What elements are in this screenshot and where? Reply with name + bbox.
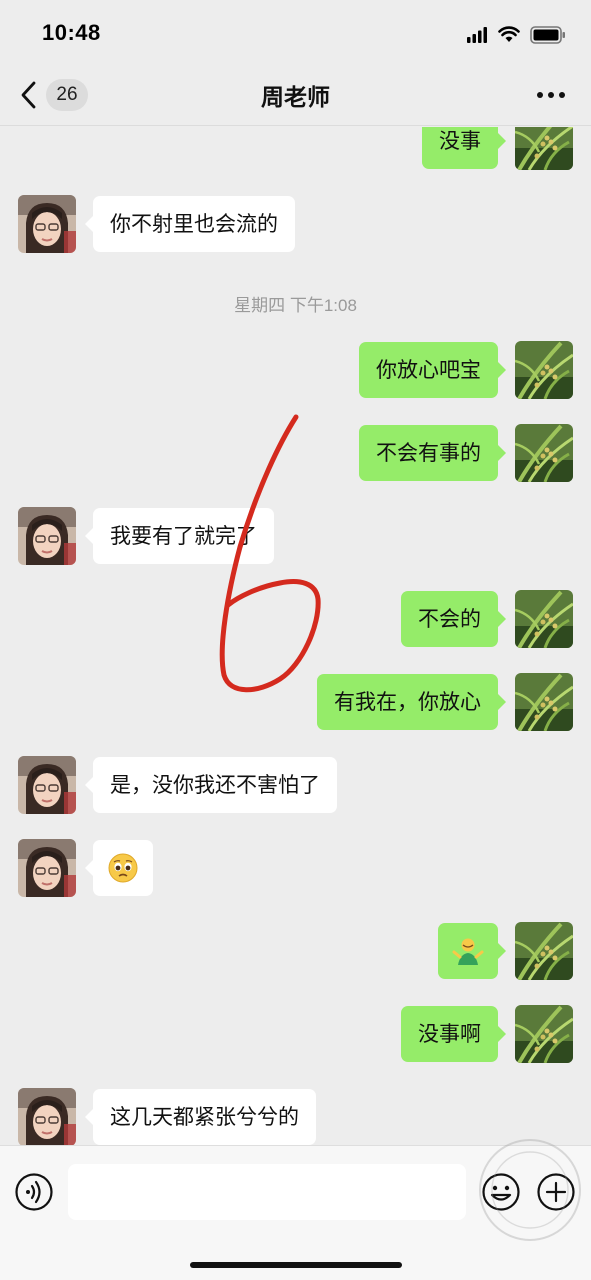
my-avatar[interactable] xyxy=(515,1005,573,1063)
message-row: 我要有了就完了 xyxy=(0,507,591,567)
message-row: 你不射里也会流的 xyxy=(0,195,591,255)
message-bubble-outgoing[interactable]: 没事啊 xyxy=(401,1006,506,1062)
message-bubble-outgoing[interactable]: 你放心吧宝 xyxy=(359,342,506,398)
wifi-icon xyxy=(498,26,520,42)
message-row: 有我在，你放心 xyxy=(0,673,591,733)
message-row: 你放心吧宝 xyxy=(0,341,591,401)
message-list[interactable]: 没事 你不射里也会流的 星期四 下午1:08 你放心吧宝 不会有事的 我要有了就… xyxy=(0,127,591,1145)
message-row: 没事 xyxy=(0,127,591,172)
message-input[interactable] xyxy=(68,1164,466,1220)
message-row: 没事啊 xyxy=(0,1005,591,1065)
signal-icon xyxy=(467,27,487,43)
message-bubble-outgoing[interactable]: 有我在，你放心 xyxy=(317,674,506,730)
my-avatar[interactable] xyxy=(515,341,573,399)
shrug-emoji-icon xyxy=(452,938,484,965)
message-row: 这几天都紧张兮兮的 xyxy=(0,1088,591,1145)
contact-avatar[interactable] xyxy=(18,756,76,814)
message-bubble-incoming[interactable]: 这几天都紧张兮兮的 xyxy=(85,1089,316,1145)
message-bubble-incoming[interactable]: 我要有了就完了 xyxy=(85,508,274,564)
contact-avatar[interactable] xyxy=(18,195,76,253)
emoji-icon[interactable] xyxy=(481,1172,521,1212)
chat-title: 周老师 xyxy=(261,85,330,111)
my-avatar[interactable] xyxy=(515,673,573,731)
message-bubble-outgoing[interactable]: 不会有事的 xyxy=(359,425,506,481)
input-bar xyxy=(0,1145,591,1280)
chat-header: 26 周老师 xyxy=(0,64,591,126)
pleading-face-emoji-icon xyxy=(108,853,138,883)
message-bubble-outgoing[interactable]: 不会的 xyxy=(401,591,506,647)
my-avatar[interactable] xyxy=(515,127,573,170)
my-avatar[interactable] xyxy=(515,590,573,648)
message-row xyxy=(0,922,591,982)
message-row xyxy=(0,839,591,899)
my-avatar[interactable] xyxy=(515,922,573,980)
message-bubble-incoming[interactable]: 是，没你我还不害怕了 xyxy=(85,757,337,813)
message-row: 是，没你我还不害怕了 xyxy=(0,756,591,816)
message-bubble-incoming[interactable] xyxy=(85,840,153,896)
status-bar: 10:48 xyxy=(0,0,591,64)
plus-icon[interactable] xyxy=(536,1172,576,1212)
message-bubble-incoming[interactable]: 你不射里也会流的 xyxy=(85,196,295,252)
message-bubble-outgoing[interactable] xyxy=(438,923,506,979)
message-row: 不会的 xyxy=(0,590,591,650)
message-timestamp: 星期四 下午1:08 xyxy=(234,296,357,315)
home-indicator xyxy=(190,1262,402,1268)
my-avatar[interactable] xyxy=(515,424,573,482)
voice-icon[interactable] xyxy=(14,1172,54,1212)
contact-avatar[interactable] xyxy=(18,839,76,897)
status-time: 10:48 xyxy=(42,20,101,45)
battery-icon xyxy=(530,26,565,44)
contact-avatar[interactable] xyxy=(18,507,76,565)
message-row: 不会有事的 xyxy=(0,424,591,484)
message-bubble-outgoing[interactable]: 没事 xyxy=(422,127,506,169)
contact-avatar[interactable] xyxy=(18,1088,76,1145)
more-icon[interactable] xyxy=(531,82,571,108)
